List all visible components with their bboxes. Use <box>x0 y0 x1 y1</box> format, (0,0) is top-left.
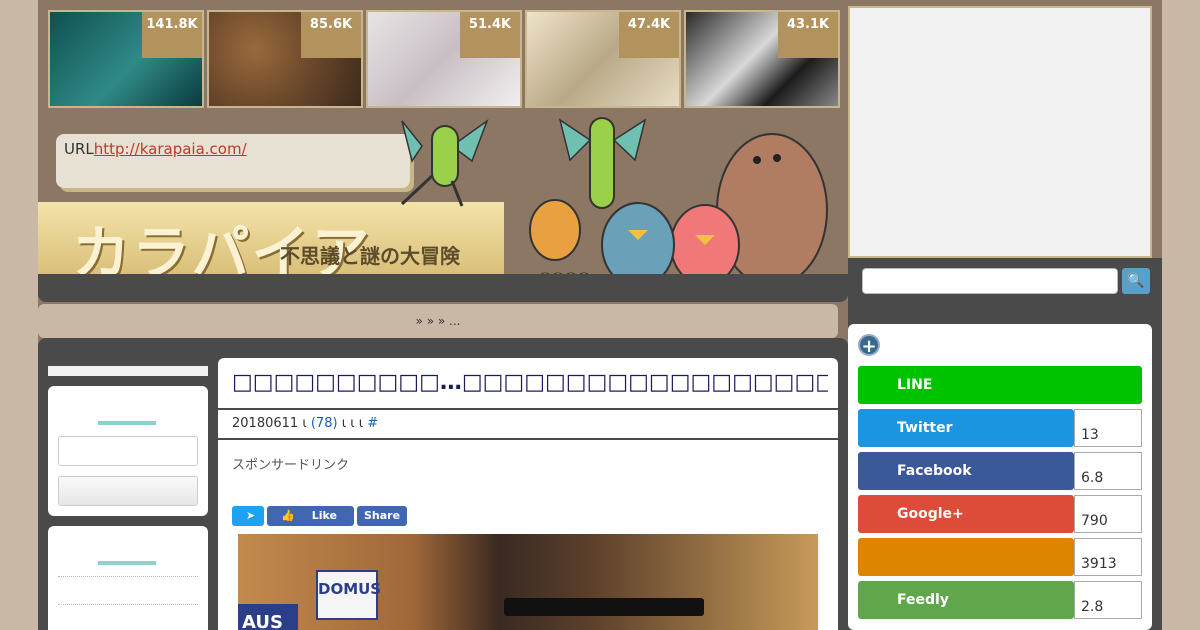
search-input[interactable] <box>862 268 1118 294</box>
comment-count-link[interactable]: (78) <box>311 416 338 431</box>
url-label: URL <box>64 140 94 158</box>
share-button-twitter[interactable]: Twitter 13 <box>858 409 1142 447</box>
meta-separator: ι ι ι <box>341 416 364 431</box>
facebook-share-button[interactable]: Share <box>356 506 408 526</box>
search-button[interactable]: 🔍 <box>1122 268 1150 294</box>
thumbnail-illustration[interactable]: 47.4K <box>525 10 681 108</box>
view-count: 141.8K <box>142 12 202 58</box>
search-icon: 🔍 <box>1127 273 1145 289</box>
thumbnail-puppy[interactable]: 51.4K <box>366 10 522 108</box>
share-button-googleplus[interactable]: Google+ 790 <box>858 495 1142 533</box>
article-share-row: ➤ 👍 Like Share <box>232 504 410 526</box>
view-count: 47.4K <box>619 12 679 58</box>
share-button-label[interactable]: LINE <box>858 366 1142 404</box>
share-button-hatena[interactable]: 3913 <box>858 538 1142 576</box>
share-panel: + LINE Twitter 13 Facebook 6.8 Google+ 790 3913… <box>848 324 1152 630</box>
advertisement-box <box>848 6 1152 258</box>
share-count: 790 <box>1074 495 1142 533</box>
facebook-like-button[interactable]: 👍 Like <box>267 506 354 526</box>
thumbs-up-icon: 👍 <box>281 509 295 522</box>
share-button-label[interactable]: Google+ <box>858 495 1074 533</box>
photo-sign: DOMUS <box>316 570 381 620</box>
widget-heading-bar <box>98 561 156 565</box>
view-count: 43.1K <box>778 12 838 58</box>
like-label: Like <box>311 509 337 522</box>
share-button-label[interactable]: Twitter <box>858 409 1074 447</box>
article-panel: □□□□□□□□□□…□□□□□□□□□□□□□□□□□□□□□□□□□□□□ … <box>218 358 838 630</box>
article-date: 20180611 <box>232 416 299 431</box>
list-divider <box>58 576 198 577</box>
photo-censor-bar <box>504 598 704 616</box>
thumbnail-grains[interactable]: 85.6K <box>207 10 363 108</box>
share-count: 6.8 <box>1074 452 1142 490</box>
hash-link[interactable]: # <box>367 416 378 431</box>
sidebar-search-input[interactable] <box>58 436 198 466</box>
sidebar-list-widget <box>48 526 208 630</box>
url-box: URLhttp://karapaia.com/ <box>56 134 410 188</box>
plus-icon[interactable]: + <box>858 334 880 357</box>
twitter-share-button[interactable]: ➤ <box>232 506 264 526</box>
share-button-label[interactable]: Feedly <box>858 581 1074 619</box>
share-count: 3913 <box>1074 538 1142 576</box>
fairy-mascot <box>400 118 489 207</box>
site-url-link[interactable]: http://karapaia.com/ <box>94 140 247 158</box>
thumbnail-dolphin[interactable]: 141.8K <box>48 10 204 108</box>
mascot-illustration <box>529 117 828 288</box>
share-button-facebook[interactable]: Facebook 6.8 <box>858 452 1142 490</box>
header-strip <box>38 274 848 302</box>
article-title[interactable]: □□□□□□□□□□…□□□□□□□□□□□□□□□□□□□□□□□□□□□□ <box>232 370 828 395</box>
sidebar-top-bar <box>48 366 208 376</box>
sponsored-link-label: スポンサードリンク <box>232 458 350 473</box>
site-tagline: 不思議と謎の大冒険 <box>280 244 460 268</box>
article-meta: 20180611 ι (78) ι ι ι # <box>218 408 838 440</box>
photo-blue-sign: AUS <box>238 604 298 630</box>
sidebar-search-button[interactable] <box>58 476 198 506</box>
share-button-feedly[interactable]: Feedly 2.8 <box>858 581 1142 619</box>
sidebar-search-widget <box>48 386 208 516</box>
twitter-bird-icon: ➤ <box>246 509 256 522</box>
view-count: 85.6K <box>301 12 361 58</box>
share-button-line[interactable]: LINE <box>858 366 1142 404</box>
thumbnail-cats[interactable]: 43.1K <box>684 10 840 108</box>
view-count: 51.4K <box>460 12 520 58</box>
breadcrumb[interactable]: » » » ... <box>38 304 838 338</box>
share-count: 13 <box>1074 409 1142 447</box>
meta-separator: ι <box>302 416 307 431</box>
article-photo: DOMUS AUS <box>238 534 818 630</box>
list-divider <box>58 604 198 605</box>
popular-thumbnails: 141.8K 85.6K 51.4K 47.4K 43.1K <box>48 10 840 108</box>
share-count: 2.8 <box>1074 581 1142 619</box>
share-button-label[interactable] <box>858 538 1074 576</box>
widget-heading-bar <box>98 421 156 425</box>
share-button-label[interactable]: Facebook <box>858 452 1074 490</box>
